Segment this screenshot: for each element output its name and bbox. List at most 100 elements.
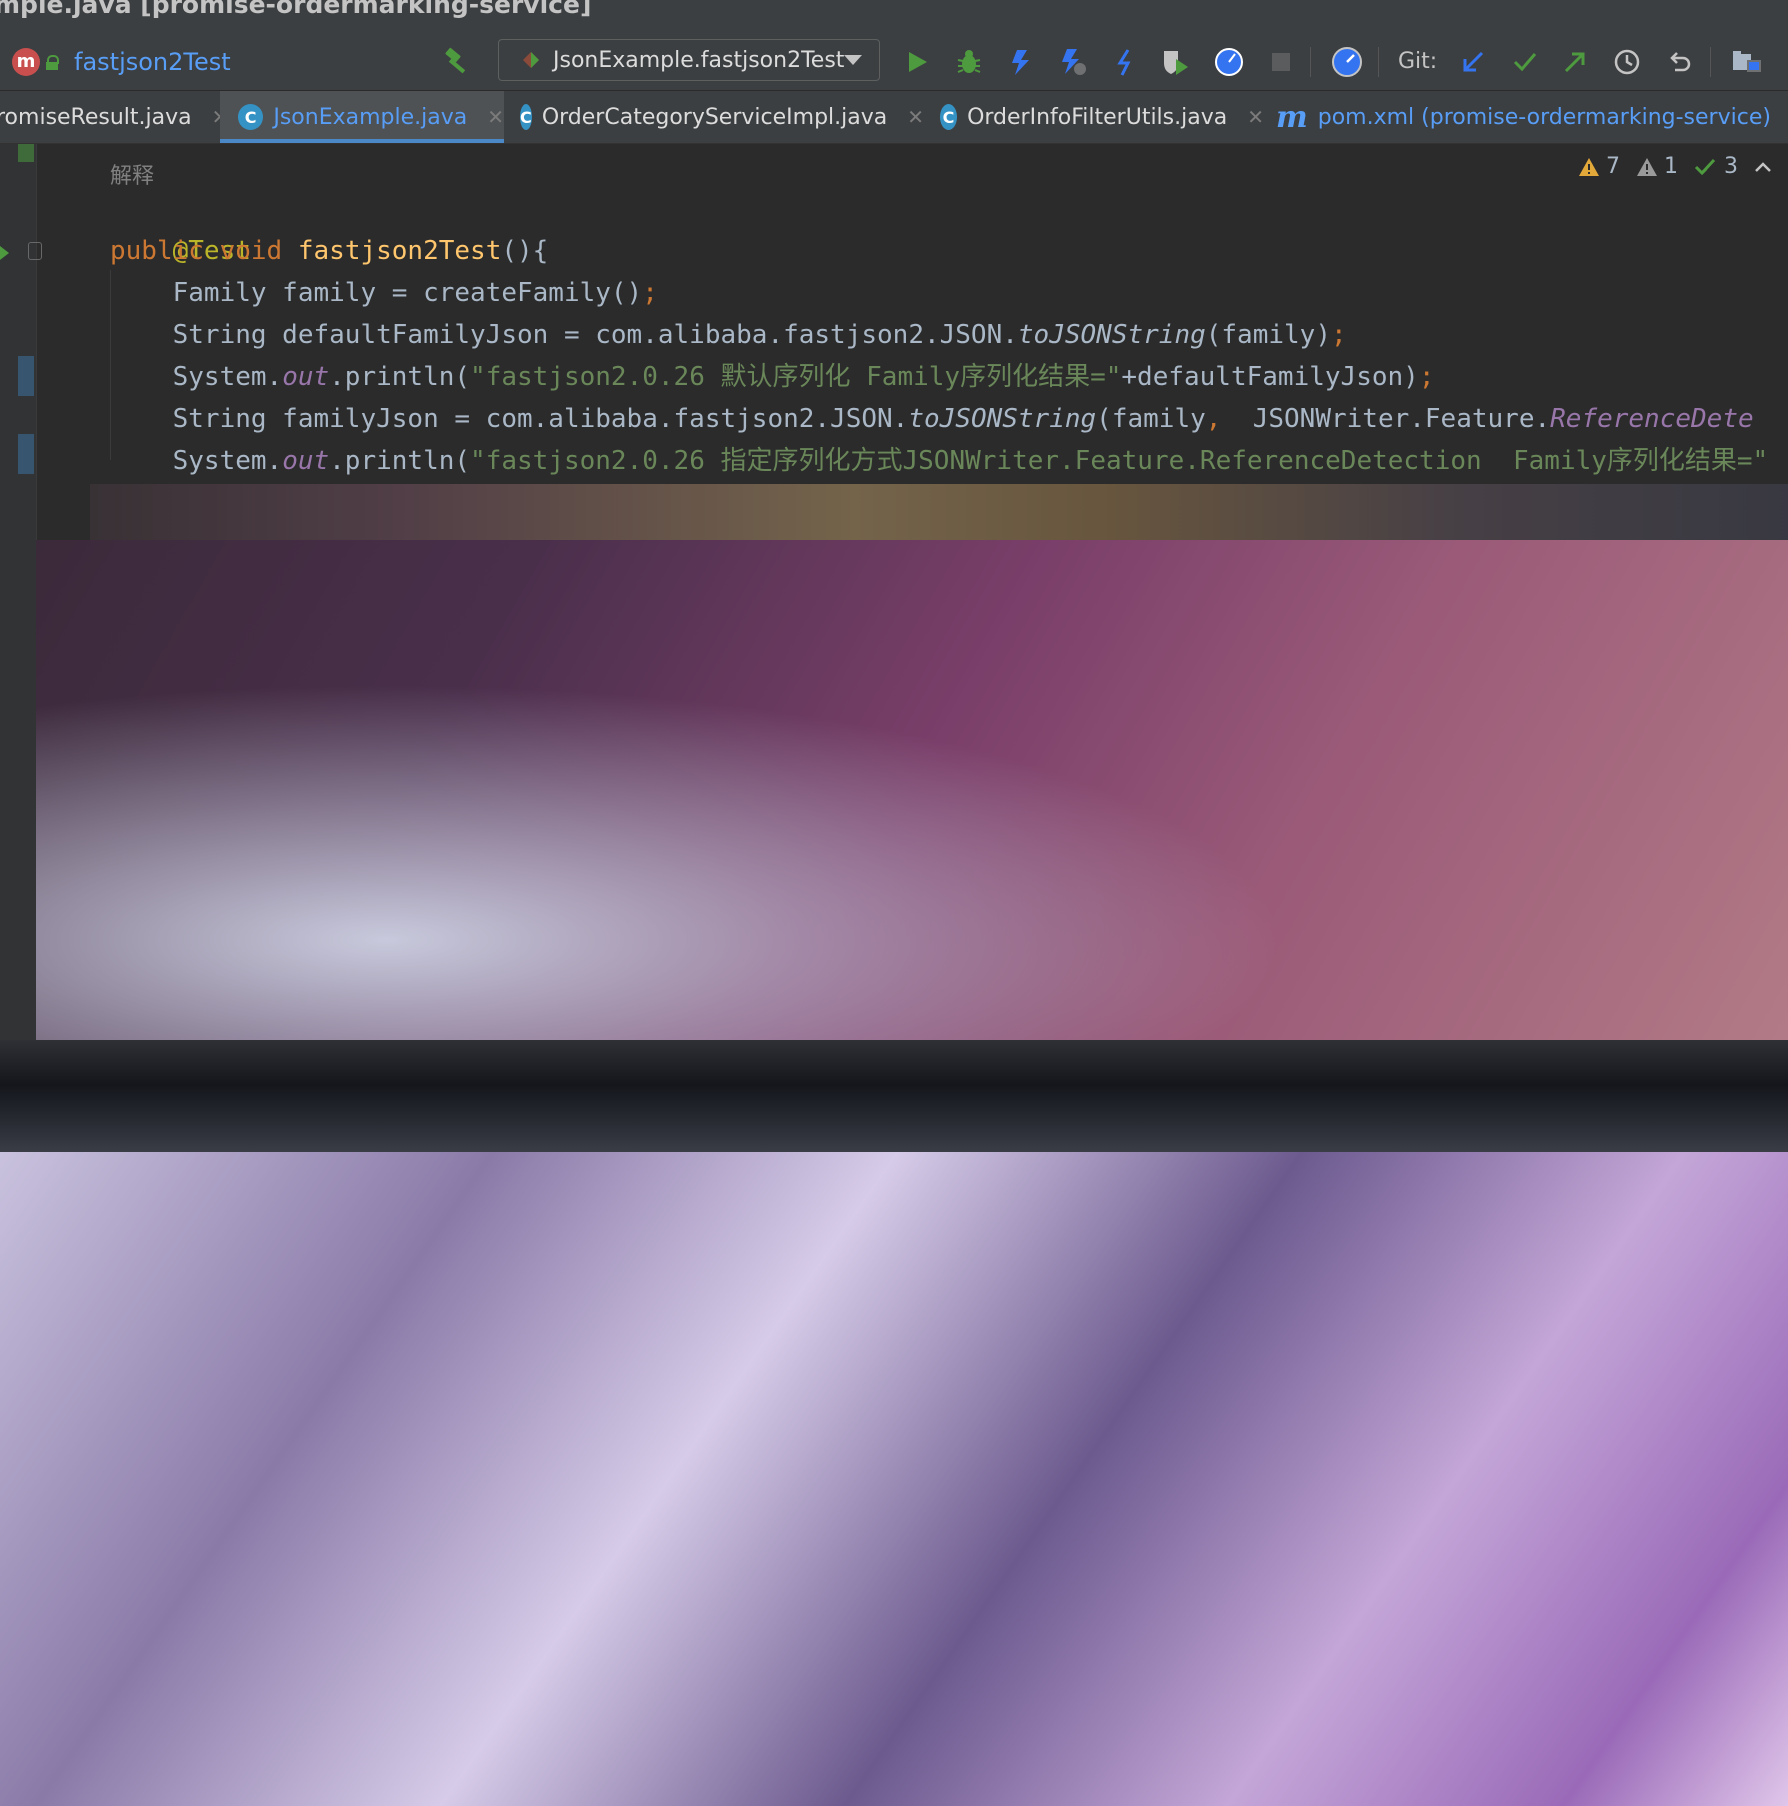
tab-pom-xml[interactable]: m pom.xml (promise-ordermarking-service)…	[1264, 91, 1788, 143]
coverage-icon[interactable]	[1004, 45, 1038, 79]
code-token: (){	[501, 236, 549, 266]
double-check-icon	[1694, 158, 1716, 175]
run-with-power-icon[interactable]	[1108, 45, 1142, 79]
tab-promise-result[interactable]: romiseResult.java ✕	[0, 91, 228, 143]
find-action-icon[interactable]	[1330, 45, 1364, 79]
warning-icon	[1579, 157, 1599, 176]
git-push-icon[interactable]	[1558, 45, 1592, 79]
tab-label: JsonExample.java	[273, 104, 468, 130]
java-class-icon: C	[238, 104, 264, 130]
static-field-token: ReferenceDete	[1550, 404, 1754, 434]
window-title: mple.java [promise-ordermarking-service]	[0, 0, 592, 19]
keyword-token: void	[219, 236, 298, 266]
code-token: JSONWriter.Feature.	[1221, 404, 1551, 434]
git-label: Git:	[1398, 49, 1438, 74]
debug-icon[interactable]	[952, 45, 986, 79]
code-line[interactable]: System.out.println("fastjson2.0.26 默认序列化…	[110, 356, 1435, 398]
vcs-change-marker	[18, 144, 34, 162]
code-token: (family	[1096, 404, 1206, 434]
code-token: +defaultFamilyJson)	[1121, 362, 1419, 392]
tab-order-category-service-impl[interactable]: C OrderCategoryServiceImpl.java ✕	[504, 91, 924, 143]
static-method-token: toJSONString	[1017, 320, 1206, 350]
code-token: .println(	[329, 362, 471, 392]
weak-warnings-count: 1	[1664, 154, 1678, 179]
tab-label: pom.xml (promise-ordermarking-service)	[1317, 104, 1771, 130]
semicolon-token: ;	[1418, 362, 1435, 392]
tool-window-divider[interactable]	[0, 1040, 1788, 1152]
tab-label: OrderCategoryServiceImpl.java	[541, 104, 888, 130]
warnings-count: 7	[1606, 154, 1620, 179]
run-with-coverage-icon[interactable]	[1158, 45, 1192, 79]
java-class-icon: C	[940, 104, 958, 130]
run-test-gutter-icon[interactable]	[0, 246, 9, 260]
junit-config-icon	[521, 50, 541, 70]
stop-icon[interactable]	[1264, 45, 1298, 79]
tab-order-info-filter-utils[interactable]: C OrderInfoFilterUtils.java ✕	[924, 91, 1264, 143]
inlay-hint[interactable]: 解释	[110, 158, 154, 190]
chevron-up-icon[interactable]	[1754, 160, 1772, 174]
code-token: (family)	[1205, 320, 1331, 350]
tab-label: OrderInfoFilterUtils.java	[967, 104, 1228, 130]
method-name-token: fastjson2Test	[297, 236, 502, 266]
code-line[interactable]: Family family = createFamily();	[110, 272, 658, 314]
warnings-indicator[interactable]: 7	[1578, 154, 1620, 179]
code-editor[interactable]: 解释 7 1 3 @Test public void fastjson2Test…	[0, 144, 1788, 1040]
close-icon[interactable]: ✕	[487, 105, 504, 129]
weak-warning-icon	[1637, 157, 1657, 176]
editor-gutter[interactable]	[0, 144, 37, 1040]
static-method-token: toJSONString	[908, 404, 1097, 434]
window-title-bar: mple.java [promise-ordermarking-service]	[0, 0, 1788, 34]
chevron-down-icon	[844, 55, 863, 65]
code-token: System.	[110, 446, 283, 476]
vcs-change-marker	[18, 356, 34, 396]
weak-warnings-indicator[interactable]: 1	[1636, 154, 1678, 179]
inspection-widget[interactable]: 7 1 3	[1570, 154, 1772, 179]
comma-token: ,	[1205, 404, 1222, 434]
code-line[interactable]: public void fastjson2Test(){	[110, 230, 548, 272]
build-hammer-icon[interactable]	[440, 45, 474, 79]
ok-count: 3	[1724, 154, 1738, 179]
code-line[interactable]: String defaultFamilyJson = com.alibaba.f…	[110, 314, 1347, 356]
code-line[interactable]: String familyJson = com.alibaba.fastjson…	[110, 398, 1754, 440]
project-structure-icon[interactable]	[1730, 45, 1764, 79]
run-configuration-selector[interactable]: JsonExample.fastjson2Test	[498, 39, 880, 81]
semicolon-token: ;	[642, 278, 658, 308]
git-update-icon[interactable]	[1456, 45, 1490, 79]
close-icon[interactable]: ✕	[1247, 105, 1264, 129]
module-icon: m	[12, 47, 40, 76]
run-configuration-label: JsonExample.fastjson2Test	[553, 47, 845, 73]
keyword-token: public	[110, 236, 220, 266]
run-tool-window[interactable]	[0, 1152, 1788, 1806]
tab-json-example[interactable]: C JsonExample.java ✕	[220, 91, 504, 143]
main-toolbar: m fastjson2Test JsonExample.fastjson2Tes…	[0, 33, 1788, 91]
breadcrumb-method-label: fastjson2Test	[74, 47, 231, 76]
corrupted-editor-region	[36, 540, 1788, 1040]
navigation-breadcrumb[interactable]: m fastjson2Test	[12, 33, 231, 90]
git-history-icon[interactable]	[1610, 45, 1644, 79]
editor-tab-bar: romiseResult.java ✕ C JsonExample.java ✕…	[0, 91, 1788, 144]
code-token: Family family = createFamily()	[110, 278, 643, 308]
vcs-change-marker	[18, 434, 34, 474]
code-line[interactable]: @Test	[110, 188, 251, 266]
static-field-token: out	[282, 446, 330, 476]
toolbar-separator	[1710, 47, 1711, 77]
toolbar-separator	[1310, 47, 1311, 77]
profiler-dial-icon[interactable]	[1212, 45, 1246, 79]
code-token: String familyJson = com.alibaba.fastjson…	[110, 404, 909, 434]
git-rollback-icon[interactable]	[1662, 45, 1696, 79]
lock-icon	[46, 54, 59, 70]
tab-label: romiseResult.java	[0, 104, 192, 130]
code-token: String defaultFamilyJson = com.alibaba.f…	[110, 320, 1018, 350]
ok-indicator[interactable]: 3	[1694, 154, 1738, 179]
profiler-icon[interactable]	[1056, 45, 1090, 79]
string-literal-token: "fastjson2.0.26 指定序列化方式JSONWriter.Featur…	[470, 446, 1769, 476]
corrupted-code-region	[90, 484, 1788, 540]
semicolon-token: ;	[1330, 320, 1347, 350]
close-icon[interactable]: ✕	[907, 105, 924, 129]
run-icon[interactable]	[900, 45, 934, 79]
static-field-token: out	[282, 362, 330, 392]
code-line[interactable]: System.out.println("fastjson2.0.26 指定序列化…	[110, 440, 1769, 482]
git-commit-icon[interactable]	[1508, 45, 1542, 79]
fold-marker-icon[interactable]	[28, 242, 42, 260]
code-token: .println(	[329, 446, 471, 476]
